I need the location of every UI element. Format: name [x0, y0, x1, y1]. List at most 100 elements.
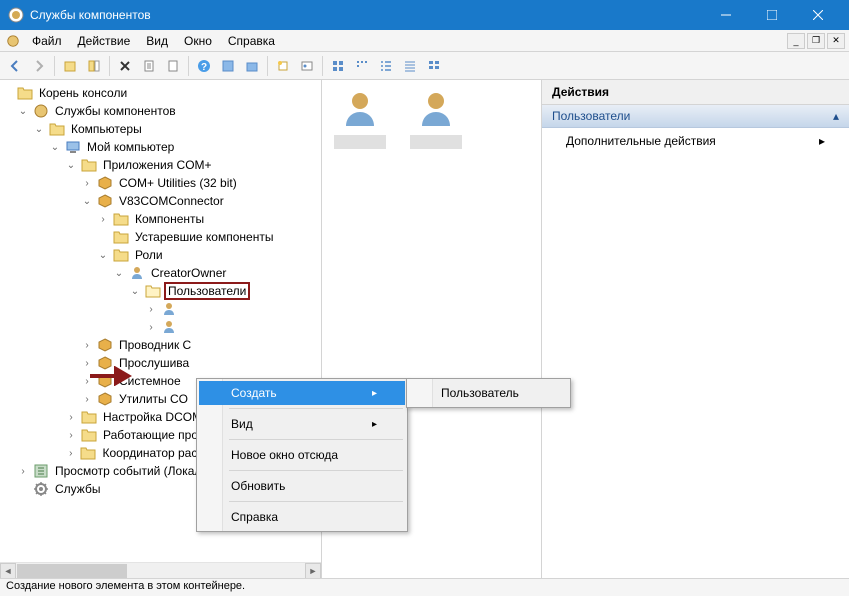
forward-button[interactable] [28, 55, 50, 77]
view-large-icons[interactable] [327, 55, 349, 77]
menubar: Файл Действие Вид Окно Справка _ ❐ ✕ [0, 30, 849, 52]
list-item[interactable] [406, 88, 466, 151]
view-list[interactable] [375, 55, 397, 77]
role-icon [129, 265, 145, 281]
component-services-icon [33, 103, 49, 119]
actions-more[interactable]: Дополнительные действия ▸ [542, 128, 849, 154]
minimize-button[interactable] [703, 0, 749, 30]
chevron-down-icon[interactable]: ⌄ [96, 248, 110, 262]
chevron-right-icon[interactable]: › [80, 392, 94, 406]
event-viewer-icon [33, 463, 49, 479]
view-tiles[interactable] [423, 55, 445, 77]
maximize-button[interactable] [749, 0, 795, 30]
collapse-icon: ▴ [833, 109, 839, 123]
status-text: Создание нового элемента в этом контейне… [6, 580, 245, 592]
tool-d[interactable] [296, 55, 318, 77]
folder-icon [49, 121, 65, 137]
mdi-minimize[interactable]: _ [787, 33, 805, 49]
tree-comp-services[interactable]: ⌄ Службы компонентов [0, 102, 321, 120]
chevron-down-icon[interactable]: ⌄ [48, 140, 62, 154]
tree-conductor[interactable]: › Проводник C [0, 336, 321, 354]
package-icon [97, 193, 113, 209]
chevron-right-icon[interactable]: › [16, 464, 30, 478]
annotation-arrow [88, 366, 138, 386]
folder-icon [81, 427, 97, 443]
chevron-right-icon[interactable]: › [96, 212, 110, 226]
view-details[interactable] [399, 55, 421, 77]
chevron-down-icon[interactable]: ⌄ [128, 284, 142, 298]
tree-users-label: Пользователи [164, 282, 250, 300]
tree-user-b[interactable]: › [0, 318, 321, 336]
menu-action[interactable]: Действие [70, 32, 139, 50]
tree-v83connector[interactable]: ⌄ V83COMConnector [0, 192, 321, 210]
menu-view[interactable]: Вид [138, 32, 176, 50]
services-icon [33, 481, 49, 497]
tool-a[interactable] [217, 55, 239, 77]
scroll-right-button[interactable]: ► [305, 563, 321, 579]
chevron-right-icon[interactable]: › [80, 338, 94, 352]
tree-roles[interactable]: ⌄ Роли [0, 246, 321, 264]
menu-help[interactable]: Справка [220, 32, 283, 50]
tree-components[interactable]: › Компоненты [0, 210, 321, 228]
computer-icon [65, 139, 81, 155]
chevron-right-icon: ▸ [372, 388, 377, 399]
list-item[interactable] [330, 88, 390, 151]
chevron-down-icon[interactable]: ⌄ [80, 194, 94, 208]
chevron-right-icon: ▸ [819, 134, 825, 148]
mdi-restore[interactable]: ❐ [807, 33, 825, 49]
close-button[interactable] [795, 0, 841, 30]
scroll-thumb[interactable] [17, 564, 127, 578]
chevron-right-icon[interactable]: › [144, 320, 158, 334]
chevron-right-icon[interactable]: › [144, 302, 158, 316]
ctx-new-window[interactable]: Новое окно отсюда [199, 443, 405, 467]
tree-listener[interactable]: › Прослушива [0, 354, 321, 372]
chevron-down-icon[interactable]: ⌄ [112, 266, 126, 280]
chevron-right-icon[interactable]: › [64, 410, 78, 424]
tree-com-apps[interactable]: ⌄ Приложения COM+ [0, 156, 321, 174]
user-icon [161, 319, 177, 335]
view-small-icons[interactable] [351, 55, 373, 77]
properties-button[interactable] [138, 55, 160, 77]
refresh-button[interactable] [162, 55, 184, 77]
ctx-view[interactable]: Вид ▸ [199, 412, 405, 436]
tool-c[interactable] [272, 55, 294, 77]
window-title: Службы компонентов [30, 8, 703, 22]
actions-category[interactable]: Пользователи ▴ [542, 105, 849, 128]
ctx-help[interactable]: Справка [199, 505, 405, 529]
up-button[interactable] [59, 55, 81, 77]
chevron-right-icon: ▸ [372, 419, 377, 430]
horizontal-scrollbar[interactable]: ◄ ► [0, 562, 321, 578]
chevron-right-icon[interactable]: › [64, 428, 78, 442]
back-button[interactable] [4, 55, 26, 77]
user-icon [340, 88, 380, 128]
ctx-create-user[interactable]: Пользователь [409, 381, 568, 405]
user-label [334, 135, 386, 149]
delete-button[interactable] [114, 55, 136, 77]
chevron-right-icon[interactable]: › [64, 446, 77, 460]
package-icon [97, 175, 113, 191]
chevron-down-icon[interactable]: ⌄ [64, 158, 78, 172]
tree-com-utilities[interactable]: › COM+ Utilities (32 bit) [0, 174, 321, 192]
tree-computers[interactable]: ⌄ Компьютеры [0, 120, 321, 138]
mmc-icon [6, 34, 20, 48]
chevron-down-icon[interactable]: ⌄ [16, 104, 30, 118]
tool-b[interactable] [241, 55, 263, 77]
ctx-create[interactable]: Создать ▸ [199, 381, 405, 405]
chevron-right-icon[interactable]: › [80, 176, 94, 190]
show-hide-button[interactable] [83, 55, 105, 77]
chevron-down-icon[interactable]: ⌄ [32, 122, 46, 136]
user-icon [161, 301, 177, 317]
tree-legacy-components[interactable]: Устаревшие компоненты [0, 228, 321, 246]
help-button[interactable]: ? [193, 55, 215, 77]
tree-my-computer[interactable]: ⌄ Мой компьютер [0, 138, 321, 156]
tree-root[interactable]: Корень консоли [0, 84, 321, 102]
tree-user-a[interactable]: › [0, 300, 321, 318]
mdi-close[interactable]: ✕ [827, 33, 845, 49]
titlebar: Службы компонентов [0, 0, 849, 30]
tree-creator-owner[interactable]: ⌄ CreatorOwner [0, 264, 321, 282]
tree-users[interactable]: ⌄ Пользователи [0, 282, 321, 300]
menu-window[interactable]: Окно [176, 32, 220, 50]
scroll-left-button[interactable]: ◄ [0, 563, 16, 579]
menu-file[interactable]: Файл [24, 32, 70, 50]
ctx-refresh[interactable]: Обновить [199, 474, 405, 498]
